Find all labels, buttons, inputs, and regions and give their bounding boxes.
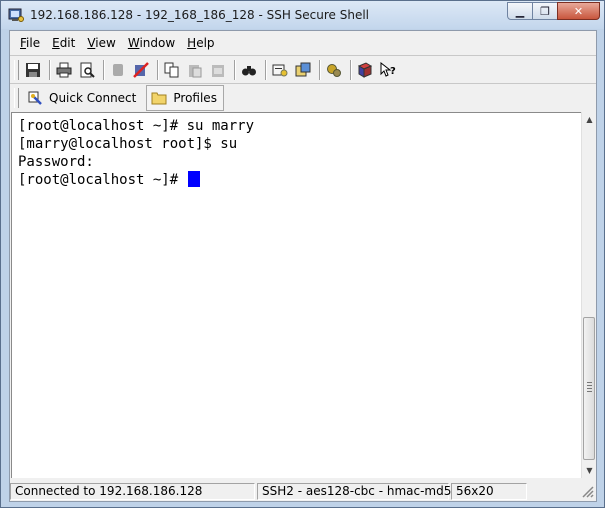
- file-transfer-button[interactable]: [293, 60, 313, 80]
- find-icon: [242, 66, 256, 76]
- window-title: 192.168.186.128 - 192_168_186_128 - SSH …: [30, 8, 370, 22]
- status-bar: Connected to 192.168.186.128 SSH2 - aes1…: [10, 481, 596, 501]
- close-icon: ✕: [573, 4, 584, 18]
- maximize-icon: ❐: [540, 4, 550, 18]
- disconnect-button[interactable]: [131, 60, 151, 80]
- resize-grip-icon[interactable]: [580, 484, 594, 498]
- terminal-prompt: [root@localhost ~]#: [18, 172, 187, 188]
- minimize-button[interactable]: ▁: [507, 2, 533, 20]
- svg-text:?: ?: [390, 66, 396, 77]
- paste-icon: [189, 65, 202, 78]
- caption-buttons: ▁ ❐ ✕: [507, 2, 600, 20]
- toolbar-separator: [319, 60, 321, 80]
- profiles-button[interactable]: Profiles: [146, 85, 224, 111]
- menu-edit[interactable]: Edit: [46, 36, 81, 50]
- quick-connect-label: Quick Connect: [49, 91, 137, 105]
- toolbar-grip[interactable]: [14, 60, 19, 80]
- toolbar-separator: [350, 60, 352, 80]
- copy-disabled-icon: [113, 64, 123, 76]
- print-preview-button[interactable]: [77, 60, 97, 80]
- terminal-line: [marry@localhost root]$ su: [18, 136, 238, 152]
- divider: [10, 55, 596, 56]
- status-terminal-size: 56x20: [451, 482, 527, 500]
- print-button[interactable]: [54, 60, 74, 80]
- menu-window-label: indow: [139, 36, 176, 50]
- quick-connect-button[interactable]: Quick Connect: [23, 86, 142, 110]
- terminal-prompt-line: [root@localhost ~]#: [18, 171, 581, 189]
- find-button[interactable]: [239, 60, 259, 80]
- main-toolbar: ?: [14, 57, 401, 83]
- print-icon: [56, 62, 72, 78]
- arrow-down-icon: ▼: [586, 466, 593, 475]
- toolbar-separator: [103, 60, 105, 80]
- menu-bar: File Edit View Window Help: [10, 31, 596, 55]
- status-connection: Connected to 192.168.186.128: [10, 482, 255, 500]
- maximize-button[interactable]: ❐: [532, 2, 558, 20]
- menu-help[interactable]: Help: [181, 36, 220, 50]
- paste-disabled-icon: [212, 65, 224, 77]
- save-button[interactable]: [23, 60, 43, 80]
- thumb-grip-icon: [587, 382, 592, 394]
- toolbar-separator: [265, 60, 267, 80]
- terminal-line: [root@localhost ~]# su marry: [18, 118, 255, 134]
- arrow-up-icon: ▲: [586, 115, 593, 124]
- quickbar-grip[interactable]: [14, 88, 19, 108]
- menu-edit-mnemonic: E: [52, 36, 60, 50]
- menu-window[interactable]: Window: [122, 36, 181, 50]
- vertical-scrollbar[interactable]: ▲ ▼: [581, 112, 596, 478]
- menu-help-label: elp: [196, 36, 215, 50]
- menu-file[interactable]: File: [14, 36, 46, 50]
- menu-file-label: ile: [26, 36, 41, 50]
- terminal-line: Password:: [18, 154, 94, 170]
- paste-button[interactable]: [185, 60, 205, 80]
- quick-connect-bar: Quick Connect Profiles: [14, 84, 224, 112]
- print-preview-icon: [80, 62, 95, 78]
- quick-connect-icon: [27, 90, 43, 106]
- context-help-button[interactable]: ?: [378, 60, 398, 80]
- keygen-icon: [327, 64, 341, 77]
- copy-disabled-button[interactable]: [108, 60, 128, 80]
- keygen-button[interactable]: [324, 60, 344, 80]
- copy-button[interactable]: [162, 60, 182, 80]
- terminal-output[interactable]: [root@localhost ~]# su marry [marry@loca…: [11, 112, 581, 478]
- help-book-button[interactable]: [355, 60, 375, 80]
- minimize-icon: ▁: [515, 4, 525, 18]
- toolbar-separator: [234, 60, 236, 80]
- title-bar[interactable]: 192.168.186.128 - 192_168_186_128 - SSH …: [1, 1, 604, 29]
- status-cipher: SSH2 - aes128-cbc - hmac-md5: [257, 482, 451, 500]
- menu-edit-label: dit: [59, 36, 76, 50]
- scroll-up-button[interactable]: ▲: [582, 112, 597, 127]
- close-button[interactable]: ✕: [557, 2, 600, 20]
- ssh-app-icon: [8, 8, 24, 22]
- context-help-icon: ?: [380, 62, 396, 77]
- scroll-thumb[interactable]: [583, 317, 595, 460]
- disconnect-icon: [133, 62, 149, 78]
- settings-icon: [272, 64, 288, 77]
- copy-icon: [164, 62, 179, 78]
- settings-button[interactable]: [270, 60, 290, 80]
- menu-view[interactable]: View: [81, 36, 121, 50]
- profiles-label: Profiles: [173, 91, 217, 105]
- folder-icon: [151, 91, 167, 105]
- file-transfer-icon: [295, 62, 311, 77]
- toolbar-separator: [49, 60, 51, 80]
- toolbar-separator: [157, 60, 159, 80]
- help-book-icon: [357, 62, 373, 78]
- menu-help-mnemonic: H: [187, 36, 197, 50]
- paste-disabled-button[interactable]: [208, 60, 228, 80]
- app-window: 192.168.186.128 - 192_168_186_128 - SSH …: [0, 0, 605, 508]
- terminal-cursor: [187, 171, 200, 187]
- client-area: File Edit View Window Help ? Quick Conne…: [9, 30, 597, 502]
- scroll-down-button[interactable]: ▼: [582, 463, 597, 478]
- save-icon: [26, 63, 40, 77]
- menu-window-mnemonic: W: [127, 36, 140, 50]
- menu-view-label: iew: [95, 36, 116, 50]
